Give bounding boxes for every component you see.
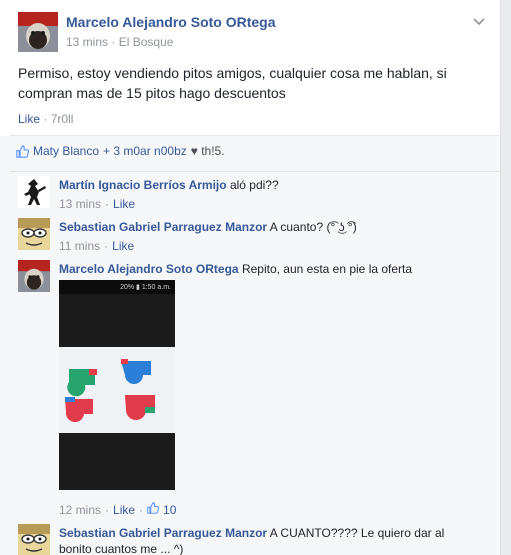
meta-separator: · [111,35,116,49]
comment-meta: 12 mins · Like · 10 [59,502,490,518]
comments-area: Maty Blanco + 3 m0ar n00bz ♥ th!5. Martí… [0,136,500,555]
comments-border [10,171,500,172]
post-card: Marcelo Alejandro Soto ORtega 13 mins · … [0,0,501,555]
comment-meta-separator: · [105,503,110,517]
comment-like-button[interactable]: Like [112,238,134,254]
comment-text-line2: bonito cuantos me ... ^) [59,542,184,555]
commenter-avatar[interactable] [18,524,50,555]
actions-separator: · [43,112,48,126]
comment-time[interactable]: 13 mins [59,196,101,212]
comment-meta: 13 mins · Like [59,196,490,212]
comment-body: Marcelo Alejandro Soto ORtega Repito, au… [59,261,490,277]
comment-item: Sebastian Gabriel Parraguez Manzor A cua… [18,218,490,254]
comment-photo[interactable]: 20% ▮ 1:50 a.m. [59,280,175,490]
comment-like-button[interactable]: Like [113,196,135,212]
post-location-link[interactable]: El Bosque [119,35,174,49]
comment-author-link[interactable]: Sebastian Gabriel Parraguez Manzor [59,526,267,540]
whistles-photo [59,347,175,433]
comment-text: A CUANTO???? Le quiero dar al [269,526,445,540]
comment-item: Martín Ignacio Berríos Armijo aló pdi?? … [18,176,490,212]
comment-text: Repito, aun esta en pie la oferta [241,262,413,276]
comment-body: Sebastian Gabriel Parraguez Manzor A cua… [59,219,490,254]
post-header: Marcelo Alejandro Soto ORtega 13 mins · … [18,12,490,52]
comment-meta-separator: · [105,197,110,211]
comment-meta: 11 mins · Like [59,238,490,254]
comment-item: Marcelo Alejandro Soto ORtega Repito, au… [18,260,490,520]
comment-like-count[interactable]: 10 [163,502,176,518]
comment-time[interactable]: 11 mins [59,238,100,254]
post-like-button[interactable]: Like [18,112,40,126]
photo-status-bar: 20% ▮ 1:50 a.m. [59,280,175,294]
likes-summary: Maty Blanco + 3 m0ar n00bz ♥ th!5. [16,144,225,158]
reaction-tag[interactable]: 7r0ll [51,112,74,126]
author-avatar[interactable] [18,12,58,52]
comment-like-button[interactable]: Like [113,502,135,518]
post-author-link[interactable]: Marcelo Alejandro Soto ORtega [66,14,276,30]
comment-body: Martín Ignacio Berríos Armijo aló pdi?? … [59,177,490,212]
comment-author-link[interactable]: Marcelo Alejandro Soto ORtega [59,262,239,276]
post-time-link[interactable]: 13 mins [66,35,108,49]
thumbs-up-icon [16,144,29,158]
comment-text: aló pdi?? [229,178,279,192]
comment-body: Sebastian Gabriel Parraguez Manzor A CUA… [59,525,490,555]
comment-author-link[interactable]: Martín Ignacio Berríos Armijo [59,178,227,192]
commenter-avatar[interactable] [18,176,50,208]
commenter-avatar[interactable] [18,218,50,250]
post-text: Permiso, estoy vendiendo pitos amigos, c… [18,65,447,101]
others-link[interactable]: + 3 m0ar n00bz [103,144,187,158]
comment-meta-separator: · [139,503,144,517]
heart-text: ♥ th!5. [190,144,225,158]
thumbs-up-icon [147,502,160,518]
comment-author-link[interactable]: Sebastian Gabriel Parraguez Manzor [59,220,267,234]
comment-text: A cuanto? (͡° ͜ʖ ͡°) [269,220,357,234]
commenter-avatar[interactable] [18,260,50,292]
comment-footer: 12 mins · Like · 10 [59,502,490,518]
comment-meta-separator: · [104,239,109,253]
post-actions: Like · 7r0ll [18,112,73,126]
comment-time[interactable]: 12 mins [59,502,101,518]
comment-item: Sebastian Gabriel Parraguez Manzor A CUA… [18,524,490,555]
chevron-down-icon[interactable] [472,14,486,28]
likers-link[interactable]: Maty Blanco [33,144,99,158]
post-meta: 13 mins · El Bosque [66,35,173,49]
